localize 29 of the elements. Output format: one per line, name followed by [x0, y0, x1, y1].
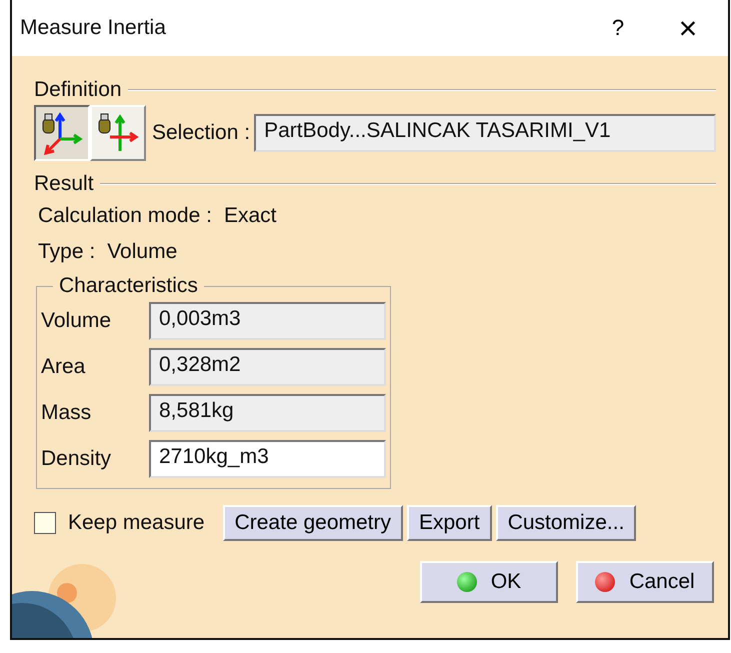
- action-button[interactable]: Create geometry: [222, 505, 403, 541]
- result-label: Type :: [38, 240, 96, 264]
- checkbox[interactable]: [34, 512, 56, 534]
- group-title: Characteristics: [58, 274, 199, 298]
- result-value: Volume: [107, 240, 178, 264]
- checkbox-label: Keep measure: [68, 511, 205, 535]
- property-label: Area: [41, 355, 86, 379]
- help-button[interactable]: ?: [588, 3, 648, 53]
- ok-button[interactable]: OK: [420, 561, 558, 603]
- action-button[interactable]: Customize...: [496, 505, 636, 541]
- result-label: Calculation mode :: [38, 204, 212, 228]
- selection-label: Selection :: [152, 121, 250, 145]
- result-value: Exact: [224, 204, 276, 228]
- property-field: 8,581kg: [149, 394, 386, 432]
- property-field[interactable]: 2710kg_m3: [149, 440, 386, 478]
- property-label: Mass: [41, 401, 92, 425]
- section-title: Result: [34, 172, 94, 196]
- axis-mode-button[interactable]: [34, 105, 90, 161]
- property-label: Density: [41, 447, 112, 471]
- property-label: Volume: [41, 309, 112, 333]
- section-title: Definition: [34, 78, 122, 102]
- close-button[interactable]: ×: [648, 3, 728, 53]
- property-field: 0,328m2: [149, 348, 386, 386]
- cancel-button[interactable]: Cancel: [576, 561, 714, 603]
- action-button[interactable]: Export: [407, 505, 492, 541]
- window-title: Measure Inertia: [20, 16, 167, 40]
- selection-field[interactable]: PartBody...SALINCAK TASARIMI_V1: [254, 114, 716, 152]
- axis-icon: [40, 111, 84, 155]
- property-field: 0,003m3: [149, 302, 386, 340]
